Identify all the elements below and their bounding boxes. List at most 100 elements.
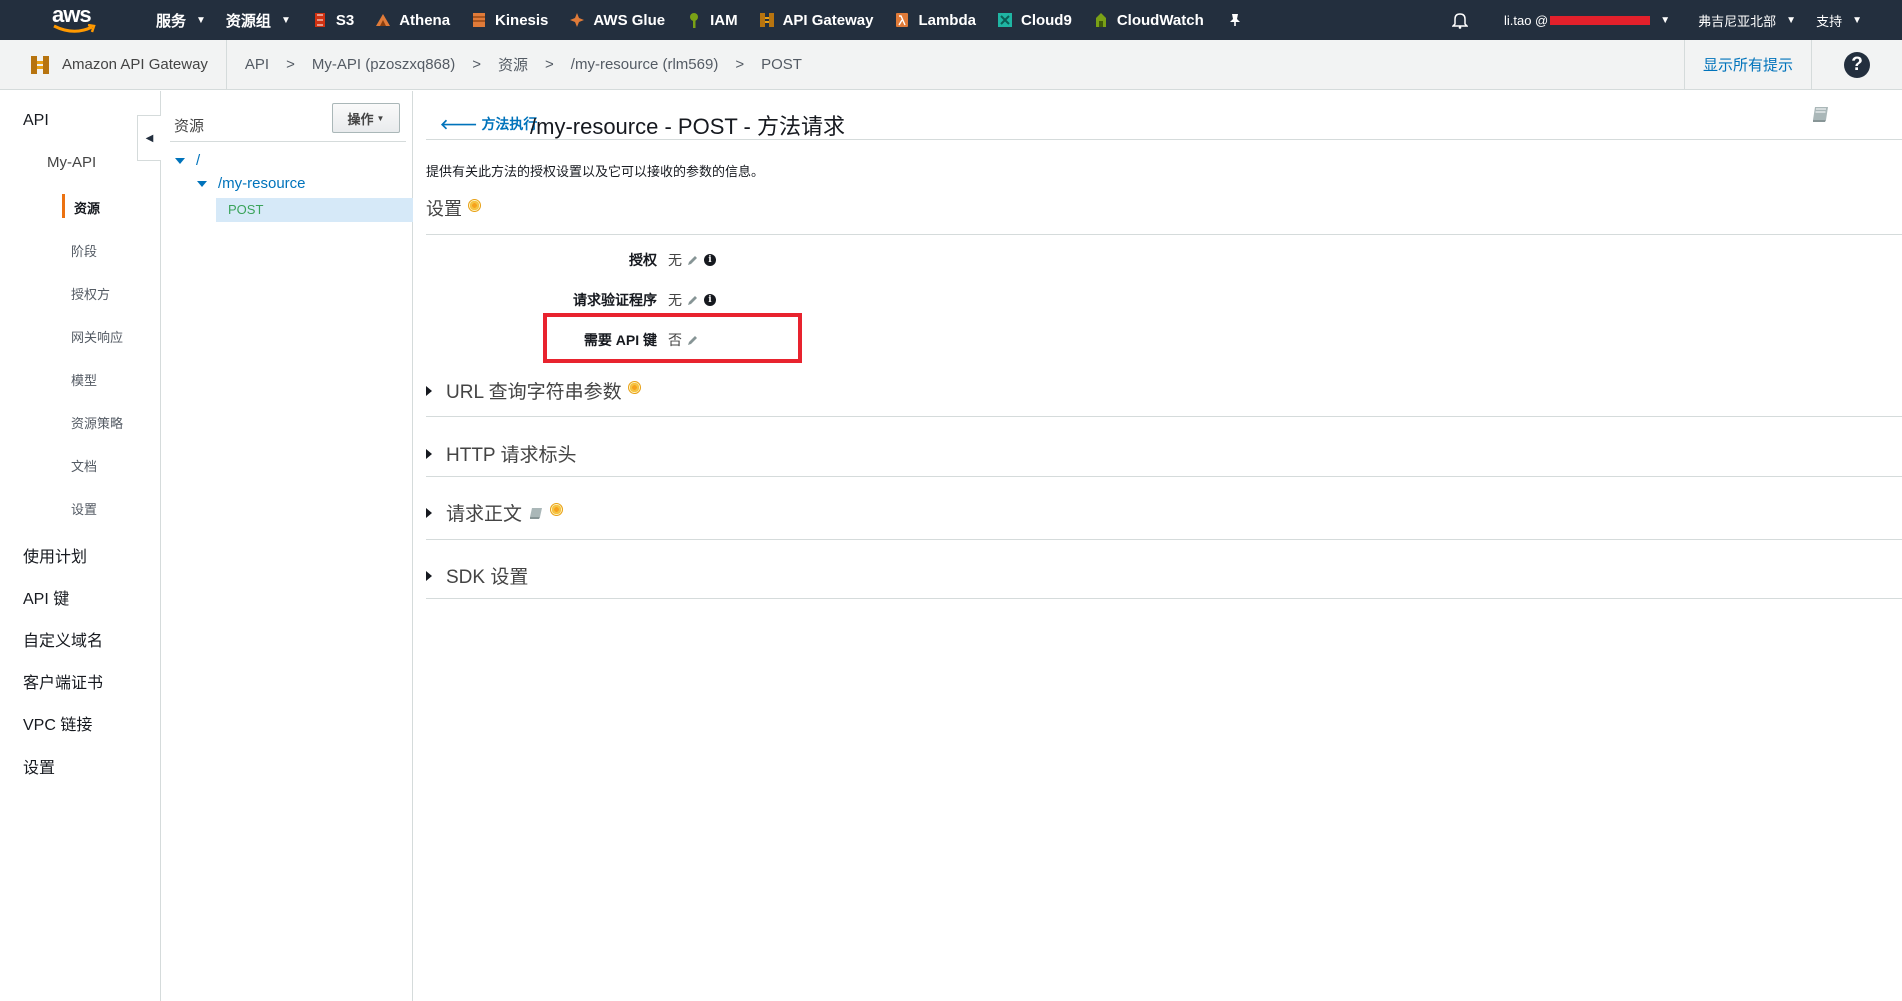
service-brand[interactable]: Amazon API Gateway xyxy=(0,39,227,90)
breadcrumb-separator: > xyxy=(472,56,482,73)
sdk-settings-section[interactable]: SDK 设置 xyxy=(426,562,528,589)
nav-api-keys[interactable]: API 键 xyxy=(23,585,69,609)
shortcut-athena[interactable]: Athena xyxy=(364,0,460,40)
url-query-params-section[interactable]: URL 查询字符串参数 xyxy=(426,377,641,404)
nav-api[interactable]: API xyxy=(23,112,49,130)
edit-pencil-icon[interactable] xyxy=(687,294,699,306)
nav-resource-policy[interactable]: 资源策略 xyxy=(71,413,123,432)
pin-icon xyxy=(1229,14,1240,26)
region-menu[interactable]: 弗吉尼亚北部 ▼ xyxy=(1680,0,1806,40)
resource-groups-menu[interactable]: 资源组 ▼ xyxy=(216,0,301,40)
breadcrumb-resources[interactable]: 资源 xyxy=(498,54,528,75)
nav-documentation[interactable]: 文档 xyxy=(71,456,97,475)
edit-pencil-icon[interactable] xyxy=(687,254,699,266)
tree-node-root[interactable]: / xyxy=(175,152,200,169)
top-navigation-bar: aws 服务 ▼ 资源组 ▼ S3 Athena Kinesis AWS Glue IA… xyxy=(0,0,1902,40)
request-body-section[interactable]: 请求正文 xyxy=(426,499,564,526)
account-menu[interactable]: li.tao @ ▼ xyxy=(1494,0,1680,40)
hint-icon[interactable] xyxy=(627,381,641,394)
service-header-bar: Amazon API Gateway API > My-API (pzoszxq… xyxy=(0,39,1902,90)
actions-button[interactable]: 操作 ▼ xyxy=(332,103,400,133)
shortcut-iam[interactable]: IAM xyxy=(675,0,748,40)
lambda-icon xyxy=(896,13,909,27)
iam-icon xyxy=(690,13,699,28)
breadcrumb-my-api[interactable]: My-API (pzoszxq868) xyxy=(312,56,455,73)
nav-settings[interactable]: 设置 xyxy=(23,754,55,778)
info-icon[interactable]: i xyxy=(704,254,716,266)
divider xyxy=(426,234,1902,235)
help-icon: ? xyxy=(1844,51,1870,78)
nav-my-api[interactable]: My-API xyxy=(47,154,96,171)
shortcut-s3[interactable]: S3 xyxy=(301,0,364,40)
shortcut-cloudwatch[interactable]: CloudWatch xyxy=(1082,0,1214,40)
expand-triangle-icon xyxy=(426,448,432,459)
resource-tree-panel: 资源 操作 ▼ / /my-resource POST xyxy=(162,91,413,1001)
api-gateway-icon xyxy=(759,13,774,27)
tree-node-my-resource[interactable]: /my-resource xyxy=(197,175,306,192)
shortcut-cloud9[interactable]: Cloud9 xyxy=(986,0,1082,40)
request-validator-value: 无 xyxy=(668,292,682,308)
bell-icon xyxy=(1451,13,1468,29)
hint-icon[interactable] xyxy=(550,503,564,516)
aws-smile-icon xyxy=(53,24,96,33)
collapse-nav-button[interactable]: ◀ xyxy=(137,115,161,161)
breadcrumb-api[interactable]: API xyxy=(245,56,269,73)
info-icon[interactable]: i xyxy=(704,294,716,306)
caret-down-icon: ▼ xyxy=(376,113,385,123)
hint-icon[interactable] xyxy=(468,198,481,212)
nav-gateway-responses[interactable]: 网关响应 xyxy=(71,327,123,346)
region-label: 弗吉尼亚北部 xyxy=(1698,13,1777,29)
show-all-hints-link[interactable]: 显示所有提示 xyxy=(1683,39,1812,90)
nav-stages[interactable]: 阶段 xyxy=(71,241,97,260)
nav-vpc-links[interactable]: VPC 链接 xyxy=(23,711,92,735)
shortcut-kinesis[interactable]: Kinesis xyxy=(460,0,558,40)
pin-shortcut-button[interactable] xyxy=(1218,0,1252,40)
athena-icon xyxy=(376,14,391,26)
nav-authorizers[interactable]: 授权方 xyxy=(71,284,110,303)
notifications-button[interactable] xyxy=(1442,0,1494,40)
aws-logo[interactable]: aws xyxy=(50,0,122,40)
shortcut-api-gateway[interactable]: API Gateway xyxy=(748,0,884,40)
nav-models[interactable]: 模型 xyxy=(71,370,97,389)
nav-client-certificates[interactable]: 客户端证书 xyxy=(23,669,103,693)
tree-node-my-resource-label: /my-resource xyxy=(218,175,306,192)
help-button[interactable]: ? xyxy=(1812,40,1902,90)
shortcut-aws-glue[interactable]: AWS Glue xyxy=(558,0,675,40)
nav-api-settings[interactable]: 设置 xyxy=(71,499,97,518)
support-menu[interactable]: 支持 ▼ xyxy=(1806,0,1902,40)
breadcrumb-my-resource[interactable]: /my-resource (rlm569) xyxy=(571,56,719,73)
divider xyxy=(426,476,1902,477)
nav-usage-plans[interactable]: 使用计划 xyxy=(23,543,87,567)
left-navigation: API My-API 资源 阶段 授权方 网关响应 模型 资源策略 文档 设置 … xyxy=(0,91,161,1001)
breadcrumb-separator: > xyxy=(735,56,745,73)
kinesis-icon xyxy=(473,13,486,27)
chevron-down-icon: ▼ xyxy=(196,14,206,26)
shortcut-label: S3 xyxy=(335,11,355,29)
documentation-book-icon[interactable] xyxy=(1810,104,1832,124)
url-query-params-label: URL 查询字符串参数 xyxy=(446,382,622,403)
tree-node-post-method[interactable]: POST xyxy=(216,198,413,222)
chevron-down-icon: ▼ xyxy=(1786,14,1797,26)
s3-icon xyxy=(314,13,325,27)
nav-custom-domains[interactable]: 自定义域名 xyxy=(23,627,103,651)
http-request-headers-label: HTTP 请求标头 xyxy=(446,445,577,466)
method-execution-back-link[interactable]: 🡐 方法执行 xyxy=(440,114,537,134)
shortcut-lambda[interactable]: Lambda xyxy=(883,0,986,40)
divider xyxy=(426,416,1902,417)
support-label: 支持 xyxy=(1816,13,1843,29)
shortcut-label: Kinesis xyxy=(495,11,549,29)
http-request-headers-section[interactable]: HTTP 请求标头 xyxy=(426,440,577,467)
chevron-down-icon: ▼ xyxy=(1852,14,1862,26)
shortcut-label: IAM xyxy=(710,11,738,29)
request-validator-label: 请求验证程序 xyxy=(573,292,657,308)
breadcrumb: API > My-API (pzoszxq868) > 资源 > /my-res… xyxy=(227,54,802,75)
divider xyxy=(426,539,1902,540)
documentation-book-icon[interactable] xyxy=(528,506,544,520)
chevron-down-icon: ▼ xyxy=(1660,14,1671,26)
settings-heading-label: 设置 xyxy=(426,199,462,219)
expand-triangle-icon xyxy=(197,181,207,188)
nav-resources[interactable]: 资源 xyxy=(74,198,100,217)
settings-section-heading: 设置 xyxy=(426,195,481,221)
services-menu[interactable]: 服务 ▼ xyxy=(146,0,216,40)
divider xyxy=(426,598,1902,599)
